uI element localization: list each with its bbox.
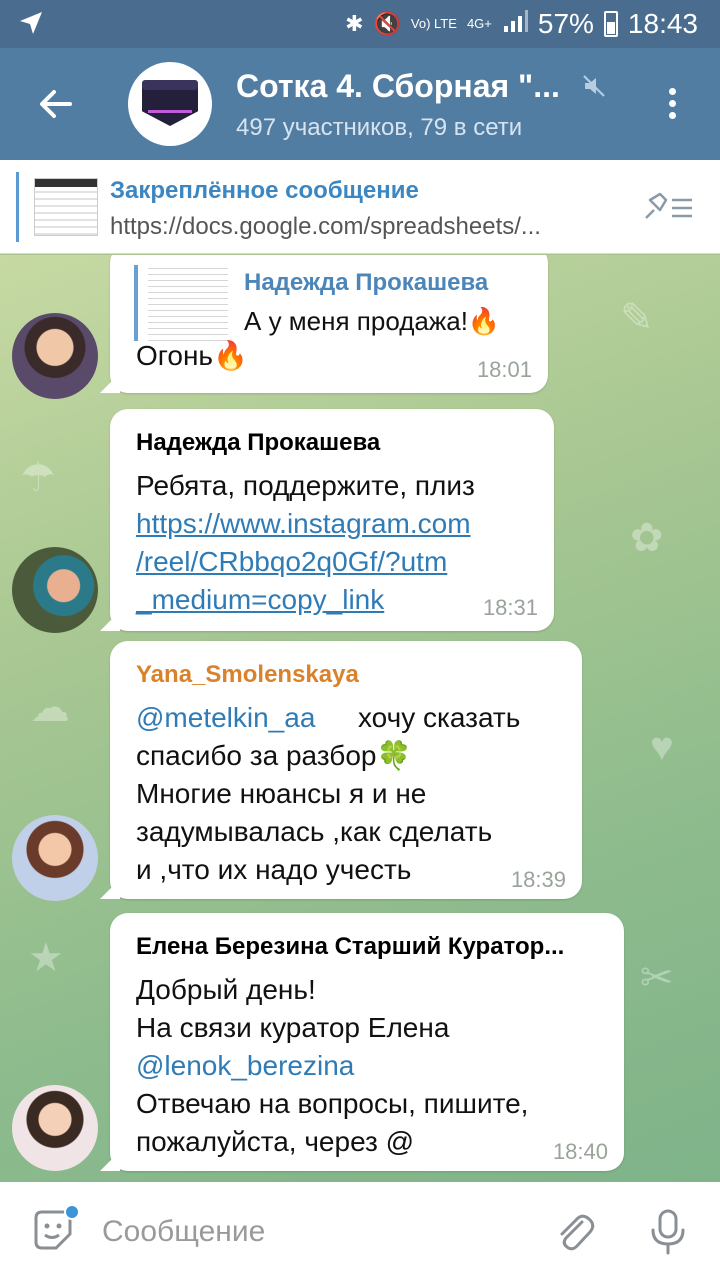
- mention-link[interactable]: @metelkin_aa: [136, 699, 315, 736]
- message-input[interactable]: [102, 1212, 522, 1252]
- location-arrow-icon: [18, 10, 44, 41]
- message-text: Ребята, поддержите, плиз: [136, 470, 475, 501]
- doodle-icon: ✎: [620, 296, 654, 340]
- doodle-icon: ✿: [630, 516, 664, 560]
- message-text: На связи куратор Елена: [136, 1012, 450, 1043]
- message-link[interactable]: https://www.instagram.com: [136, 505, 471, 542]
- message-bubble[interactable]: Yana_Smolenskaya @metelkin_aa хочу сказа…: [100, 641, 582, 899]
- message-text: пожалуйста, через @: [136, 1126, 415, 1157]
- message-text: Отвечаю на вопросы, пишите,: [136, 1088, 529, 1119]
- message-text: и ,что их надо учесть: [136, 854, 412, 885]
- message-time: 18:01: [476, 357, 532, 382]
- message-text: Огонь🔥: [136, 340, 248, 371]
- battery-percent: 57%: [537, 8, 594, 39]
- message-time: 18:31: [482, 595, 538, 620]
- sender-avatar[interactable]: [12, 313, 98, 399]
- reply-thumbnail: [148, 263, 228, 341]
- doodle-icon: ☁: [30, 686, 70, 730]
- doodle-icon: ☂: [20, 456, 56, 500]
- pinned-list-icon[interactable]: [640, 192, 696, 224]
- microphone-icon[interactable]: [646, 1208, 690, 1256]
- sender-avatar[interactable]: [12, 815, 98, 901]
- sender-name: Елена Березина Старший Куратор...: [136, 933, 565, 960]
- sender-name: Надежда Прокашева: [136, 429, 381, 456]
- message-text: Многие нюансы я и не: [136, 778, 427, 809]
- message-input-bar: [0, 1182, 720, 1280]
- message-link[interactable]: /reel/CRbbqo2q0Gf/?utm: [136, 543, 447, 580]
- doodle-icon: ★: [28, 936, 64, 980]
- doodle-icon: ♥: [650, 725, 674, 769]
- clock: 18:43: [627, 8, 698, 39]
- chat-title[interactable]: Сотка 4. Сборная "...: [236, 68, 560, 105]
- message-bubble[interactable]: Елена Березина Старший Куратор... Добрый…: [100, 913, 624, 1171]
- more-options-icon[interactable]: [660, 84, 684, 124]
- sender-avatar[interactable]: [12, 1085, 98, 1171]
- message-bubble[interactable]: Надежда Прокашева Ребята, поддержите, пл…: [100, 409, 554, 631]
- sender-name: Yana_Smolenskaya: [136, 661, 359, 688]
- chat-members-count: 497 участников, 79 в сети: [236, 114, 523, 141]
- message-text: хочу сказать: [358, 702, 521, 733]
- chat-avatar[interactable]: [128, 62, 212, 146]
- network-type-label: 4G+: [466, 16, 492, 31]
- chat-header: Сотка 4. Сборная "... 497 участников, 79…: [0, 48, 720, 160]
- chat-area[interactable]: ✎ ✿ ☂ ♥ ☁ ✂ ★ Надежда Прокашева А у меня…: [0, 255, 720, 1182]
- message-time: 18:40: [552, 1139, 608, 1164]
- message-text: Добрый день!: [136, 974, 316, 1005]
- reply-sender: Надежда Прокашева: [244, 269, 489, 296]
- message-text: спасибо за разбор🍀: [136, 740, 412, 771]
- pinned-text: https://docs.google.com/spreadsheets/...: [110, 213, 541, 240]
- battery-icon: [603, 11, 618, 37]
- spreadsheet-thumbnail: [34, 178, 98, 236]
- sender-avatar[interactable]: [12, 547, 98, 633]
- message-bubble[interactable]: Надежда Прокашева А у меня продажа!🔥 Ого…: [100, 255, 548, 393]
- status-bar: ✱ 🔇 Vo) LTE 4G+ 57% 18:43: [0, 0, 720, 48]
- message-time: 18:39: [510, 867, 566, 892]
- shield-logo-icon: [142, 84, 198, 126]
- reply-text: А у меня продажа!🔥: [244, 306, 501, 336]
- back-arrow-icon[interactable]: [34, 82, 78, 126]
- notification-dot: [64, 1204, 80, 1220]
- mention-link[interactable]: @lenok_berezina: [136, 1047, 354, 1084]
- bluetooth-icon: ✱: [345, 11, 364, 36]
- pinned-title: Закреплённое сообщение: [110, 177, 419, 204]
- doodle-icon: ✂: [640, 956, 674, 1000]
- message-text: задумывалась ,как сделать: [136, 816, 493, 847]
- message-link[interactable]: _medium=copy_link: [136, 581, 384, 618]
- reply-preview[interactable]: Надежда Прокашева А у меня продажа!🔥: [134, 259, 624, 345]
- mute-vibrate-icon: 🔇: [373, 11, 401, 36]
- signal-icon: [502, 8, 528, 41]
- muted-speaker-icon: [582, 74, 606, 98]
- volte-label: Vo) LTE: [410, 16, 457, 31]
- pinned-message[interactable]: Закреплённое сообщение https://docs.goog…: [0, 160, 720, 254]
- paperclip-icon[interactable]: [552, 1210, 598, 1256]
